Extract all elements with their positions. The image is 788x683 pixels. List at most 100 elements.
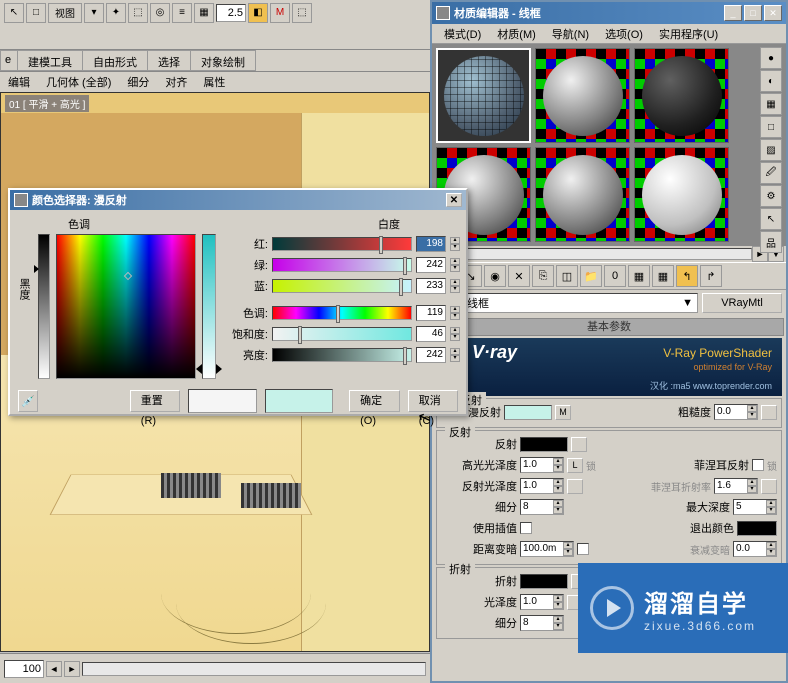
minimize-button[interactable]: _ (724, 5, 742, 21)
subtab-edit[interactable]: 编辑 (0, 72, 38, 92)
assign-icon[interactable]: ◉ (484, 265, 506, 287)
reflect-map-button[interactable] (571, 437, 587, 452)
tab-paint[interactable]: 对象绘制 (190, 50, 256, 71)
green-value[interactable]: 242 (416, 257, 446, 273)
whiteness-strip[interactable] (202, 234, 216, 379)
diffuse-color-swatch[interactable] (504, 405, 552, 420)
reset-button[interactable]: 重置(R) (130, 390, 180, 412)
select-by-mat-icon[interactable]: ↖ (760, 208, 782, 230)
zoom-input[interactable] (216, 4, 246, 22)
tool-btn[interactable]: ⬚ (128, 3, 148, 23)
sample-slot-3[interactable] (634, 48, 729, 143)
hilight-gloss-spinner[interactable]: 1.0▴▾ (520, 457, 564, 473)
subtab-align[interactable]: 对齐 (157, 72, 195, 92)
frame-input[interactable] (4, 660, 44, 678)
blue-spin-down[interactable]: ▾ (450, 286, 460, 293)
menu-mode[interactable]: 模式(D) (436, 24, 489, 43)
hue-slider[interactable] (272, 306, 412, 320)
go-forward-icon[interactable]: ↱ (700, 265, 722, 287)
mat-id-icon[interactable]: 0 (604, 265, 626, 287)
mat-map-nav-icon[interactable]: 品 (760, 231, 782, 253)
refl-gloss-map-button[interactable] (567, 479, 583, 494)
subtab-geom[interactable]: 几何体 (全部) (38, 72, 119, 92)
reset-icon[interactable]: ✕ (508, 265, 530, 287)
red-spin-down[interactable]: ▾ (450, 244, 460, 251)
cancel-button[interactable]: 取消(C) (408, 390, 458, 412)
green-spin-down[interactable]: ▾ (450, 265, 460, 272)
tab-prefix[interactable]: e (0, 50, 18, 71)
sat-spin-down[interactable]: ▾ (450, 334, 460, 341)
tool-btn[interactable]: ▾ (84, 3, 104, 23)
sample-slot-2[interactable] (535, 48, 630, 143)
menu-utilities[interactable]: 实用程序(U) (651, 24, 726, 43)
hue-spin-down[interactable]: ▾ (450, 313, 460, 320)
material-type-button[interactable]: VRayMtl (702, 293, 782, 313)
red-slider[interactable] (272, 237, 412, 251)
tab-select[interactable]: 选择 (147, 50, 191, 71)
lock-button[interactable]: L (567, 458, 583, 473)
sat-spin-up[interactable]: ▴ (450, 327, 460, 334)
menu-navigate[interactable]: 导航(N) (544, 24, 597, 43)
sample-type-icon[interactable]: ● (760, 47, 782, 69)
dimdist-checkbox[interactable] (577, 543, 589, 555)
video-check-icon[interactable]: ▨ (760, 139, 782, 161)
blue-slider[interactable] (272, 279, 412, 293)
eyedropper-button[interactable]: 💉 (18, 390, 38, 412)
put-to-lib-icon[interactable]: 📁 (580, 265, 602, 287)
sample-uv-icon[interactable]: □ (760, 116, 782, 138)
dimfall-spinner[interactable]: 0.0▴▾ (733, 541, 777, 557)
diffuse-map-button[interactable]: M (555, 405, 571, 420)
options-icon[interactable]: ⚙ (760, 185, 782, 207)
show-end-icon[interactable]: ▦ (652, 265, 674, 287)
maxdepth-spinner[interactable]: 5▴▾ (733, 499, 777, 515)
tool-btn[interactable]: M (270, 3, 290, 23)
make-unique-icon[interactable]: ◫ (556, 265, 578, 287)
blue-value[interactable]: 233 (416, 278, 446, 294)
color-titlebar[interactable]: 颜色选择器: 漫反射 ✕ (10, 190, 466, 210)
subtab-props[interactable]: 属性 (195, 72, 233, 92)
tool-btn[interactable]: ▦ (194, 3, 214, 23)
scroll-right[interactable]: ► (64, 661, 80, 677)
roughness-spinner[interactable]: 0.0▴▾ (714, 404, 758, 420)
menu-material[interactable]: 材质(M) (489, 24, 544, 43)
dimdist-spinner[interactable]: 100.0m▴▾ (520, 541, 574, 557)
material-name-field[interactable]: 线框 ▼ (462, 293, 698, 313)
refract-color-swatch[interactable] (520, 574, 568, 589)
sat-value[interactable]: 46 (416, 326, 446, 342)
make-copy-icon[interactable]: ⎘ (532, 265, 554, 287)
sat-slider[interactable] (272, 327, 412, 341)
mat-titlebar[interactable]: 材质编辑器 - 线框 _ □ ✕ (432, 2, 786, 24)
value-spin-up[interactable]: ▴ (450, 348, 460, 355)
hue-spin-up[interactable]: ▴ (450, 306, 460, 313)
fresnel-ior-spinner[interactable]: 1.6▴▾ (714, 478, 758, 494)
refract-subdiv-spinner[interactable]: 8▴▾ (520, 615, 564, 631)
tool-btn[interactable]: ◧ (248, 3, 268, 23)
reflect-color-swatch[interactable] (520, 437, 568, 452)
sample-slot-6[interactable] (634, 147, 729, 242)
green-spin-up[interactable]: ▴ (450, 258, 460, 265)
tool-btn[interactable]: ↖ (4, 3, 24, 23)
green-slider[interactable] (272, 258, 412, 272)
background-icon[interactable]: ▦ (760, 93, 782, 115)
make-preview-icon[interactable]: 🖉 (760, 162, 782, 184)
exitcolor-swatch[interactable] (737, 521, 777, 536)
roughness-map-button[interactable] (761, 405, 777, 420)
value-spin-down[interactable]: ▾ (450, 355, 460, 362)
value-slider[interactable] (272, 348, 412, 362)
fresnel-ior-map-button[interactable] (761, 479, 777, 494)
go-parent-icon[interactable]: ↰ (676, 265, 698, 287)
close-button[interactable]: ✕ (446, 193, 462, 207)
refl-gloss-spinner[interactable]: 1.0▴▾ (520, 478, 564, 494)
menu-options[interactable]: 选项(O) (597, 24, 651, 43)
value-strip[interactable] (38, 234, 50, 379)
close-button[interactable]: ✕ (764, 5, 782, 21)
rollup-basic-params[interactable]: 基本参数 (434, 318, 784, 336)
red-spin-up[interactable]: ▴ (450, 237, 460, 244)
refract-gloss-spinner[interactable]: 1.0▴▾ (520, 594, 564, 610)
subdiv-spinner[interactable]: 8▴▾ (520, 499, 564, 515)
scroll-track[interactable] (82, 662, 426, 676)
tool-btn[interactable]: □ (26, 3, 46, 23)
interp-checkbox[interactable] (520, 522, 532, 534)
backlight-icon[interactable]: ◐ (760, 70, 782, 92)
sample-slot-5[interactable] (535, 147, 630, 242)
